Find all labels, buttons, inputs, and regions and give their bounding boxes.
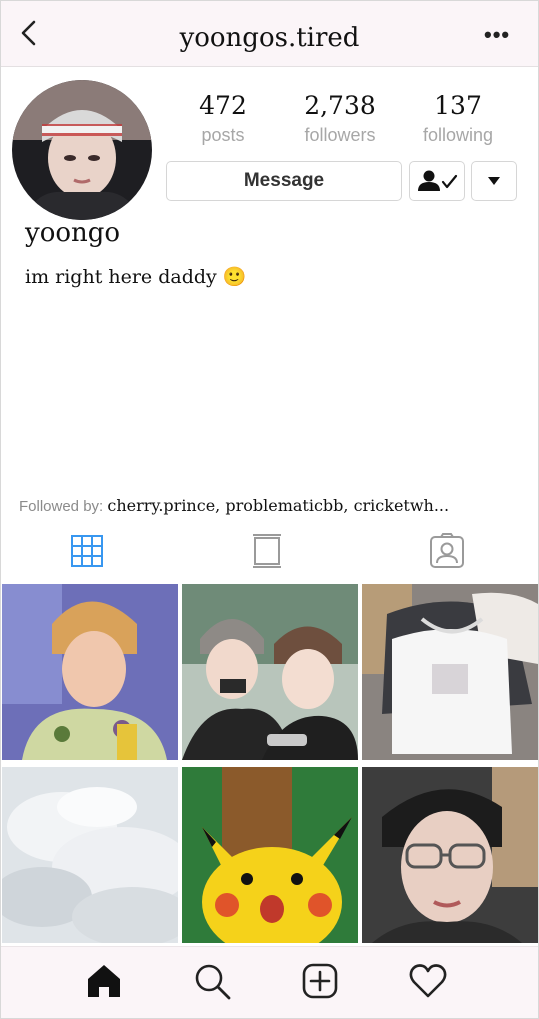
followers-count-label: followers [304, 125, 376, 145]
post-thumbnail[interactable] [182, 767, 358, 943]
post-thumbnail[interactable] [362, 767, 538, 943]
bio-text: im right here daddy 🙂 [25, 265, 247, 289]
more-horizontal-icon[interactable]: ••• [484, 24, 512, 46]
posts-count-label: posts [201, 125, 245, 145]
bio-text-content: im right here daddy [25, 265, 217, 288]
post-thumbnail[interactable] [2, 584, 178, 760]
post-thumbnail[interactable] [2, 767, 178, 943]
avatar-photo [12, 80, 152, 220]
person-check-icon [418, 170, 458, 191]
smiley-emoji: 🙂 [222, 266, 247, 288]
profile-tabs [1, 523, 538, 578]
following-status-button[interactable] [409, 161, 465, 201]
following-count[interactable]: 137 following [402, 88, 514, 146]
posts-grid [1, 583, 538, 943]
following-count-value: 137 [434, 91, 482, 120]
post-thumbnail[interactable] [362, 584, 538, 760]
tagged-icon[interactable] [427, 531, 467, 571]
add-post-icon[interactable] [300, 961, 340, 1001]
heart-icon[interactable] [408, 961, 448, 1001]
home-icon[interactable] [84, 961, 124, 1001]
posts-count[interactable]: 472 posts [168, 88, 278, 146]
posts-count-value: 472 [199, 91, 247, 120]
grid-icon[interactable] [67, 531, 107, 571]
followed-by-label: Followed by: [19, 498, 104, 515]
feed-icon[interactable] [247, 531, 287, 571]
message-button[interactable]: Message [166, 161, 402, 201]
followers-count-value: 2,738 [304, 91, 376, 120]
top-bar: yoongos.tired ••• [1, 1, 538, 67]
display-name: yoongo [25, 218, 121, 248]
bottom-navigation [1, 946, 538, 1018]
post-thumbnail[interactable] [182, 584, 358, 760]
followed-by[interactable]: Followed by: cherry.prince, problematicb… [19, 496, 449, 515]
followed-by-names: cherry.prince, problematicbb, cricketwh.… [107, 496, 450, 515]
search-icon[interactable] [192, 961, 232, 1001]
profile-username: yoongos.tired [179, 23, 360, 53]
caret-down-icon [488, 177, 500, 185]
avatar[interactable] [12, 80, 152, 220]
followers-count[interactable]: 2,738 followers [282, 88, 398, 146]
suggestions-dropdown-button[interactable] [471, 161, 517, 201]
following-count-label: following [422, 125, 494, 145]
